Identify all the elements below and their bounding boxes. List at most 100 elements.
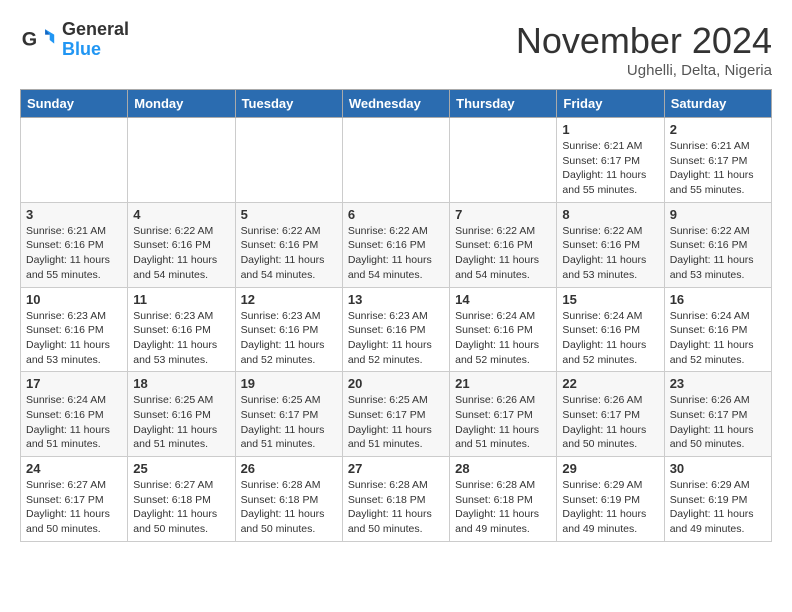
day-number: 3 (26, 207, 122, 222)
day-number: 29 (562, 461, 658, 476)
day-number: 16 (670, 292, 766, 307)
day-detail: Sunrise: 6:29 AM Sunset: 6:19 PM Dayligh… (670, 478, 766, 537)
day-detail: Sunrise: 6:23 AM Sunset: 6:16 PM Dayligh… (133, 309, 229, 368)
day-number: 15 (562, 292, 658, 307)
weekday-header: Sunday (21, 90, 128, 118)
day-detail: Sunrise: 6:22 AM Sunset: 6:16 PM Dayligh… (562, 224, 658, 283)
day-number: 6 (348, 207, 444, 222)
calendar-day-cell: 2 Sunrise: 6:21 AM Sunset: 6:17 PM Daylig… (664, 118, 771, 203)
day-detail: Sunrise: 6:29 AM Sunset: 6:19 PM Dayligh… (562, 478, 658, 537)
day-detail: Sunrise: 6:21 AM Sunset: 6:17 PM Dayligh… (562, 139, 658, 198)
day-number: 9 (670, 207, 766, 222)
day-number: 17 (26, 376, 122, 391)
day-detail: Sunrise: 6:26 AM Sunset: 6:17 PM Dayligh… (455, 393, 551, 452)
day-detail: Sunrise: 6:24 AM Sunset: 6:16 PM Dayligh… (455, 309, 551, 368)
day-number: 27 (348, 461, 444, 476)
calendar-day-cell (342, 118, 449, 203)
calendar-day-cell: 21Sunrise: 6:26 AM Sunset: 6:17 PM Dayli… (450, 372, 557, 457)
calendar-day-cell: 23Sunrise: 6:26 AM Sunset: 6:17 PM Dayli… (664, 372, 771, 457)
day-number: 8 (562, 207, 658, 222)
day-number: 24 (26, 461, 122, 476)
calendar-day-cell: 26Sunrise: 6:28 AM Sunset: 6:18 PM Dayli… (235, 457, 342, 542)
day-detail: Sunrise: 6:22 AM Sunset: 6:16 PM Dayligh… (348, 224, 444, 283)
calendar-day-cell: 16Sunrise: 6:24 AM Sunset: 6:16 PM Dayli… (664, 287, 771, 372)
day-detail: Sunrise: 6:22 AM Sunset: 6:16 PM Dayligh… (133, 224, 229, 283)
calendar-day-cell: 9 Sunrise: 6:22 AM Sunset: 6:16 PM Daylig… (664, 202, 771, 287)
day-detail: Sunrise: 6:25 AM Sunset: 6:17 PM Dayligh… (348, 393, 444, 452)
day-detail: Sunrise: 6:21 AM Sunset: 6:16 PM Dayligh… (26, 224, 122, 283)
day-detail: Sunrise: 6:22 AM Sunset: 6:16 PM Dayligh… (455, 224, 551, 283)
day-detail: Sunrise: 6:27 AM Sunset: 6:17 PM Dayligh… (26, 478, 122, 537)
calendar-week-row: 24 Sunrise: 6:27 AM Sunset: 6:17 PM Dayli… (21, 457, 772, 542)
calendar-week-row: 3 Sunrise: 6:21 AM Sunset: 6:16 PM Daylig… (21, 202, 772, 287)
day-number: 10 (26, 292, 122, 307)
calendar-day-cell (235, 118, 342, 203)
day-detail: Sunrise: 6:25 AM Sunset: 6:16 PM Dayligh… (133, 393, 229, 452)
calendar-day-cell: 13 Sunrise: 6:23 AM Sunset: 6:16 PM Dayli… (342, 287, 449, 372)
location-subtitle: Ughelli, Delta, Nigeria (516, 62, 772, 79)
calendar-day-cell (21, 118, 128, 203)
day-detail: Sunrise: 6:23 AM Sunset: 6:16 PM Dayligh… (348, 309, 444, 368)
weekday-header: Friday (557, 90, 664, 118)
calendar-day-cell: 22Sunrise: 6:26 AM Sunset: 6:17 PM Dayli… (557, 372, 664, 457)
calendar-day-cell: 19Sunrise: 6:25 AM Sunset: 6:17 PM Dayli… (235, 372, 342, 457)
calendar-day-cell: 20 Sunrise: 6:25 AM Sunset: 6:17 PM Dayli… (342, 372, 449, 457)
weekday-header: Thursday (450, 90, 557, 118)
day-detail: Sunrise: 6:28 AM Sunset: 6:18 PM Dayligh… (455, 478, 551, 537)
day-detail: Sunrise: 6:25 AM Sunset: 6:17 PM Dayligh… (241, 393, 337, 452)
day-number: 26 (241, 461, 337, 476)
logo-text: General Blue (62, 20, 129, 60)
day-number: 25 (133, 461, 229, 476)
svg-text:G: G (22, 28, 37, 50)
calendar-table: SundayMondayTuesdayWednesdayThursdayFrid… (20, 89, 772, 542)
day-detail: Sunrise: 6:27 AM Sunset: 6:18 PM Dayligh… (133, 478, 229, 537)
logo-line1: General (62, 20, 129, 40)
day-number: 13 (348, 292, 444, 307)
day-detail: Sunrise: 6:22 AM Sunset: 6:16 PM Dayligh… (670, 224, 766, 283)
calendar-day-cell: 3 Sunrise: 6:21 AM Sunset: 6:16 PM Daylig… (21, 202, 128, 287)
month-title: November 2024 (516, 20, 772, 62)
calendar-day-cell: 10 Sunrise: 6:23 AM Sunset: 6:16 PM Dayli… (21, 287, 128, 372)
day-number: 14 (455, 292, 551, 307)
weekday-header: Saturday (664, 90, 771, 118)
day-number: 30 (670, 461, 766, 476)
day-number: 12 (241, 292, 337, 307)
calendar-day-cell: 28Sunrise: 6:28 AM Sunset: 6:18 PM Dayli… (450, 457, 557, 542)
weekday-header: Monday (128, 90, 235, 118)
day-detail: Sunrise: 6:28 AM Sunset: 6:18 PM Dayligh… (348, 478, 444, 537)
day-number: 1 (562, 122, 658, 137)
calendar-day-cell: 17 Sunrise: 6:24 AM Sunset: 6:16 PM Dayli… (21, 372, 128, 457)
day-number: 5 (241, 207, 337, 222)
day-detail: Sunrise: 6:24 AM Sunset: 6:16 PM Dayligh… (26, 393, 122, 452)
calendar-day-cell: 18 Sunrise: 6:25 AM Sunset: 6:16 PM Dayli… (128, 372, 235, 457)
calendar-day-cell: 1 Sunrise: 6:21 AM Sunset: 6:17 PM Daylig… (557, 118, 664, 203)
calendar-day-cell: 27 Sunrise: 6:28 AM Sunset: 6:18 PM Dayli… (342, 457, 449, 542)
calendar-week-row: 17 Sunrise: 6:24 AM Sunset: 6:16 PM Dayli… (21, 372, 772, 457)
day-detail: Sunrise: 6:23 AM Sunset: 6:16 PM Dayligh… (241, 309, 337, 368)
day-detail: Sunrise: 6:26 AM Sunset: 6:17 PM Dayligh… (562, 393, 658, 452)
calendar-day-cell: 24 Sunrise: 6:27 AM Sunset: 6:17 PM Dayli… (21, 457, 128, 542)
day-number: 20 (348, 376, 444, 391)
calendar-day-cell: 15Sunrise: 6:24 AM Sunset: 6:16 PM Dayli… (557, 287, 664, 372)
logo: G General Blue (20, 20, 129, 60)
day-detail: Sunrise: 6:23 AM Sunset: 6:16 PM Dayligh… (26, 309, 122, 368)
calendar-week-row: 1 Sunrise: 6:21 AM Sunset: 6:17 PM Daylig… (21, 118, 772, 203)
day-number: 7 (455, 207, 551, 222)
calendar-day-cell: 30 Sunrise: 6:29 AM Sunset: 6:19 PM Dayli… (664, 457, 771, 542)
calendar-day-cell: 11Sunrise: 6:23 AM Sunset: 6:16 PM Dayli… (128, 287, 235, 372)
day-number: 2 (670, 122, 766, 137)
calendar-day-cell: 5Sunrise: 6:22 AM Sunset: 6:16 PM Daylig… (235, 202, 342, 287)
calendar-day-cell: 7 Sunrise: 6:22 AM Sunset: 6:16 PM Daylig… (450, 202, 557, 287)
calendar-week-row: 10 Sunrise: 6:23 AM Sunset: 6:16 PM Dayli… (21, 287, 772, 372)
calendar-day-cell: 8 Sunrise: 6:22 AM Sunset: 6:16 PM Daylig… (557, 202, 664, 287)
calendar-day-cell (450, 118, 557, 203)
logo-icon: G (20, 22, 56, 58)
weekday-header: Wednesday (342, 90, 449, 118)
day-detail: Sunrise: 6:21 AM Sunset: 6:17 PM Dayligh… (670, 139, 766, 198)
calendar-day-cell: 25 Sunrise: 6:27 AM Sunset: 6:18 PM Dayli… (128, 457, 235, 542)
day-number: 18 (133, 376, 229, 391)
calendar-header-row: SundayMondayTuesdayWednesdayThursdayFrid… (21, 90, 772, 118)
calendar-day-cell (128, 118, 235, 203)
calendar-day-cell: 12 Sunrise: 6:23 AM Sunset: 6:16 PM Dayli… (235, 287, 342, 372)
day-number: 23 (670, 376, 766, 391)
